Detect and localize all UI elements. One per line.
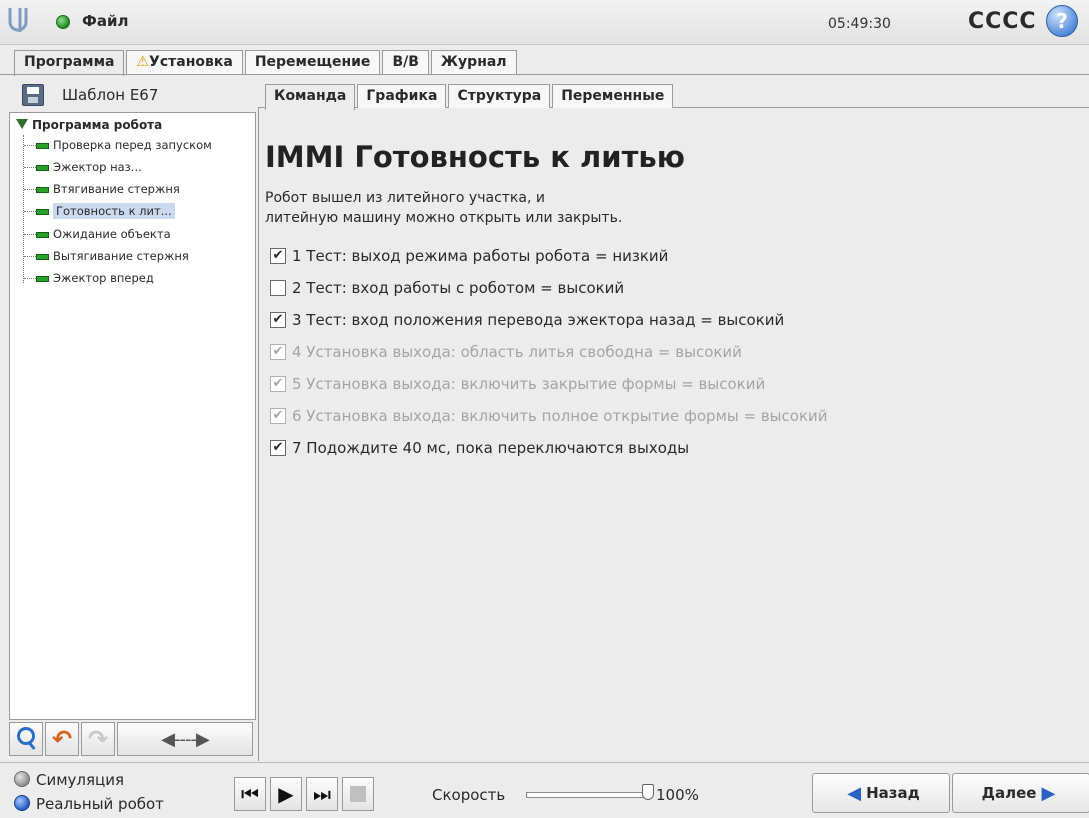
checkbox[interactable]: ✔ xyxy=(270,248,286,264)
check-item-6: ✔ 6 Установка выхода: включить полное отк… xyxy=(270,400,828,432)
check-item-4: ✔ 4 Установка выхода: область литья свобо… xyxy=(270,336,828,368)
check-item-3[interactable]: ✔ 3 Тест: вход положения перевода эжектор… xyxy=(270,304,828,336)
program-name: Шаблон E67 xyxy=(62,86,159,104)
tree-node-selected[interactable]: Готовность к лит... xyxy=(24,202,175,220)
tree-node[interactable]: Вытягивание стержня xyxy=(24,247,189,265)
tree-node[interactable]: Эжектор вперед xyxy=(24,269,154,287)
search-icon xyxy=(17,727,35,745)
back-button[interactable]: ◀ Назад xyxy=(812,773,950,813)
checkbox: ✔ xyxy=(270,344,286,360)
check-item-2[interactable]: 2 Тест: вход работы с роботом = высокий xyxy=(270,272,828,304)
command-node-icon xyxy=(36,275,49,282)
clock: 05:49:30 xyxy=(828,16,891,32)
checkbox: ✔ xyxy=(270,376,286,392)
check-item-1[interactable]: ✔ 1 Тест: выход режима работы робота = ни… xyxy=(270,240,828,272)
rewind-button[interactable]: ⏮ xyxy=(234,777,266,811)
expand-triangle-icon[interactable] xyxy=(16,119,28,129)
save-icon[interactable] xyxy=(22,84,44,106)
robot-name: CCCC xyxy=(968,9,1037,34)
tree-node[interactable]: Втягивание стержня xyxy=(24,180,180,198)
redo-button: ↷ xyxy=(81,722,115,756)
tree-node[interactable]: Ожидание объекта xyxy=(24,225,171,243)
mode-real-robot[interactable]: Реальный робот xyxy=(14,795,164,813)
command-node-icon xyxy=(36,231,49,238)
top-bar: Файл 05:49:30 CCCC ? xyxy=(0,0,1089,45)
speed-value: 100% xyxy=(656,786,699,804)
command-node-icon xyxy=(36,208,49,215)
speed-slider-thumb[interactable] xyxy=(642,784,654,800)
command-node-icon xyxy=(36,253,49,260)
tab-log[interactable]: Журнал xyxy=(430,50,517,74)
tab-variables[interactable]: Переменные xyxy=(552,84,674,108)
tab-move[interactable]: Перемещение xyxy=(244,50,381,74)
step-icon: ⏭ xyxy=(313,782,331,806)
command-description: Робот вышел из литейного участка, и лите… xyxy=(265,190,623,226)
command-node-icon xyxy=(36,142,49,149)
command-node-icon xyxy=(36,186,49,193)
footer-divider xyxy=(0,762,1089,763)
playback-controls: ⏮ ▶ ⏭ xyxy=(234,777,378,811)
checkbox[interactable]: ✔ xyxy=(270,312,286,328)
tab-program[interactable]: Программа xyxy=(14,50,125,76)
search-button[interactable] xyxy=(9,722,43,756)
tree-root[interactable]: Программа робота xyxy=(16,118,162,132)
check-item-5: ✔ 5 Установка выхода: включить закрытие ф… xyxy=(270,368,828,400)
arrow-left-icon: ◀ xyxy=(847,782,862,804)
tab-structure[interactable]: Структура xyxy=(448,84,551,108)
tab-io[interactable]: В/В xyxy=(382,50,429,74)
tree-toolbar: ↶ ↷ ◀----▶ xyxy=(9,722,255,758)
next-button[interactable]: Далее ▶ xyxy=(952,773,1089,813)
redo-icon: ↷ xyxy=(87,725,109,753)
tree-node[interactable]: Проверка перед запуском xyxy=(24,136,212,154)
tab-graphics[interactable]: Графика xyxy=(357,84,447,108)
check-list: ✔ 1 Тест: выход режима работы робота = ни… xyxy=(270,240,828,464)
speed-label: Скорость xyxy=(432,786,506,804)
status-dot-icon xyxy=(56,15,70,29)
rewind-icon: ⏮ xyxy=(241,782,259,806)
check-item-7[interactable]: ✔ 7 Подождите 40 мс, пока переключаются в… xyxy=(270,432,828,464)
page-title: IMMI Готовность к литью xyxy=(265,140,685,174)
checkbox[interactable] xyxy=(270,280,286,296)
stop-icon xyxy=(350,786,366,802)
help-icon[interactable]: ? xyxy=(1046,5,1078,37)
play-icon: ▶ xyxy=(278,782,294,806)
tree-node[interactable]: Эжектор наз... xyxy=(24,158,142,176)
checkbox[interactable]: ✔ xyxy=(270,440,286,456)
radio-on-icon[interactable] xyxy=(14,795,30,811)
sub-tabs: Команда Графика Структура Переменные xyxy=(265,84,675,110)
tab-installation[interactable]: ⚠Установка xyxy=(126,50,243,74)
ur-logo-icon xyxy=(8,8,28,32)
main-tabs: Программа ⚠Установка Перемещение В/В Жур… xyxy=(14,50,519,76)
mode-simulation[interactable]: Симуляция xyxy=(14,771,124,789)
arrow-right-icon: ▶ xyxy=(1041,782,1056,804)
checkbox: ✔ xyxy=(270,408,286,424)
warning-icon: ⚠ xyxy=(136,54,150,70)
undo-button[interactable]: ↶ xyxy=(45,722,79,756)
play-button[interactable]: ▶ xyxy=(270,777,302,811)
stop-button xyxy=(342,777,374,811)
tab-command[interactable]: Команда xyxy=(265,84,356,110)
step-button[interactable]: ⏭ xyxy=(306,777,338,811)
move-arrows-icon: ◀----▶ xyxy=(161,728,210,750)
undo-icon: ↶ xyxy=(51,725,73,753)
program-tree: Программа робота Проверка перед запуском… xyxy=(9,112,256,720)
radio-off-icon[interactable] xyxy=(14,771,30,787)
speed-slider-track[interactable] xyxy=(526,792,651,798)
tab-divider xyxy=(0,74,1089,75)
command-node-icon xyxy=(36,164,49,171)
file-menu[interactable]: Файл xyxy=(82,12,129,30)
move-node-button[interactable]: ◀----▶ xyxy=(117,722,253,756)
